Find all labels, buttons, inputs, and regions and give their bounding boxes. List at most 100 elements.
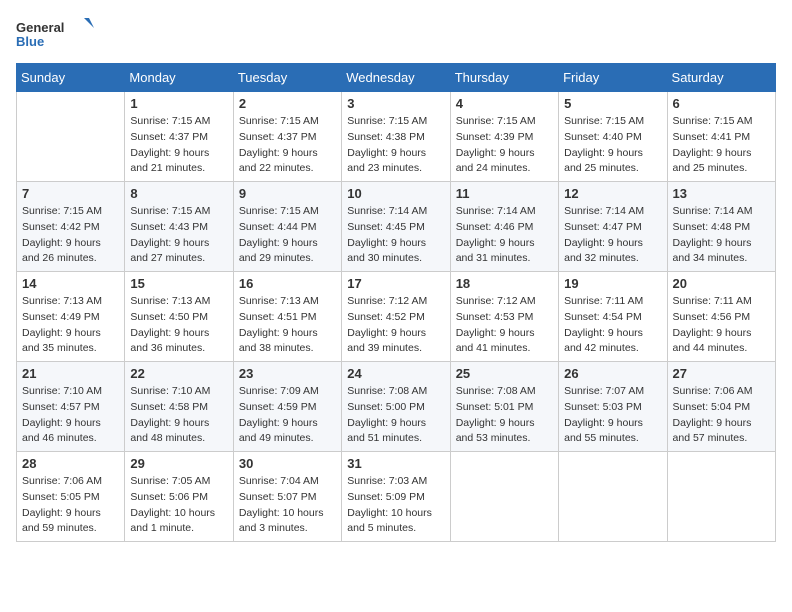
day-cell: 24 Sunrise: 7:08 AMSunset: 5:00 PMDayligh… xyxy=(342,362,450,452)
header-cell-sunday: Sunday xyxy=(17,64,125,92)
week-row-1: 1 Sunrise: 7:15 AMSunset: 4:37 PMDaylight… xyxy=(17,92,776,182)
day-cell: 30 Sunrise: 7:04 AMSunset: 5:07 PMDayligh… xyxy=(233,452,341,542)
day-detail: Sunrise: 7:09 AMSunset: 4:59 PMDaylight:… xyxy=(239,384,336,447)
day-detail: Sunrise: 7:15 AMSunset: 4:38 PMDaylight:… xyxy=(347,114,444,177)
day-number: 8 xyxy=(130,186,227,201)
day-cell: 27 Sunrise: 7:06 AMSunset: 5:04 PMDayligh… xyxy=(667,362,775,452)
day-number: 21 xyxy=(22,366,119,381)
day-cell: 29 Sunrise: 7:05 AMSunset: 5:06 PMDayligh… xyxy=(125,452,233,542)
day-cell xyxy=(450,452,558,542)
svg-text:General: General xyxy=(16,20,64,35)
day-cell: 22 Sunrise: 7:10 AMSunset: 4:58 PMDayligh… xyxy=(125,362,233,452)
day-detail: Sunrise: 7:15 AMSunset: 4:43 PMDaylight:… xyxy=(130,204,227,267)
day-cell: 15Sunrise: 7:13 AMSunset: 4:50 PMDayligh… xyxy=(125,272,233,362)
day-detail: Sunrise: 7:15 AMSunset: 4:41 PMDaylight:… xyxy=(673,114,770,177)
day-cell: 16 Sunrise: 7:13 AMSunset: 4:51 PMDayligh… xyxy=(233,272,341,362)
day-cell: 9 Sunrise: 7:15 AMSunset: 4:44 PMDaylight… xyxy=(233,182,341,272)
day-cell xyxy=(559,452,667,542)
day-number: 9 xyxy=(239,186,336,201)
day-detail: Sunrise: 7:12 AMSunset: 4:52 PMDaylight:… xyxy=(347,294,444,357)
header-cell-thursday: Thursday xyxy=(450,64,558,92)
day-number: 1 xyxy=(130,96,227,111)
day-cell: 19Sunrise: 7:11 AMSunset: 4:54 PMDayligh… xyxy=(559,272,667,362)
day-detail: Sunrise: 7:10 AMSunset: 4:58 PMDaylight:… xyxy=(130,384,227,447)
day-detail: Sunrise: 7:05 AMSunset: 5:06 PMDaylight:… xyxy=(130,474,227,537)
day-number: 12 xyxy=(564,186,661,201)
day-detail: Sunrise: 7:11 AMSunset: 4:54 PMDaylight:… xyxy=(564,294,661,357)
day-cell: 18Sunrise: 7:12 AMSunset: 4:53 PMDayligh… xyxy=(450,272,558,362)
day-number: 15 xyxy=(130,276,227,291)
day-detail: Sunrise: 7:13 AMSunset: 4:51 PMDaylight:… xyxy=(239,294,336,357)
week-row-4: 21 Sunrise: 7:10 AMSunset: 4:57 PMDayligh… xyxy=(17,362,776,452)
day-detail: Sunrise: 7:15 AMSunset: 4:37 PMDaylight:… xyxy=(130,114,227,177)
week-row-3: 14 Sunrise: 7:13 AMSunset: 4:49 PMDayligh… xyxy=(17,272,776,362)
day-number: 4 xyxy=(456,96,553,111)
day-cell xyxy=(17,92,125,182)
day-number: 23 xyxy=(239,366,336,381)
header-cell-tuesday: Tuesday xyxy=(233,64,341,92)
day-number: 28 xyxy=(22,456,119,471)
calendar-table: SundayMondayTuesdayWednesdayThursdayFrid… xyxy=(16,63,776,542)
header-row: SundayMondayTuesdayWednesdayThursdayFrid… xyxy=(17,64,776,92)
day-detail: Sunrise: 7:15 AMSunset: 4:37 PMDaylight:… xyxy=(239,114,336,177)
day-detail: Sunrise: 7:11 AMSunset: 4:56 PMDaylight:… xyxy=(673,294,770,357)
day-detail: Sunrise: 7:06 AMSunset: 5:04 PMDaylight:… xyxy=(673,384,770,447)
day-number: 22 xyxy=(130,366,227,381)
day-number: 3 xyxy=(347,96,444,111)
day-detail: Sunrise: 7:08 AMSunset: 5:00 PMDaylight:… xyxy=(347,384,444,447)
week-row-2: 7 Sunrise: 7:15 AMSunset: 4:42 PMDaylight… xyxy=(17,182,776,272)
day-detail: Sunrise: 7:14 AMSunset: 4:45 PMDaylight:… xyxy=(347,204,444,267)
svg-text:Blue: Blue xyxy=(16,34,44,49)
day-number: 7 xyxy=(22,186,119,201)
day-cell: 31Sunrise: 7:03 AMSunset: 5:09 PMDayligh… xyxy=(342,452,450,542)
day-detail: Sunrise: 7:15 AMSunset: 4:40 PMDaylight:… xyxy=(564,114,661,177)
day-number: 11 xyxy=(456,186,553,201)
day-detail: Sunrise: 7:13 AMSunset: 4:49 PMDaylight:… xyxy=(22,294,119,357)
day-number: 6 xyxy=(673,96,770,111)
day-number: 16 xyxy=(239,276,336,291)
day-cell: 20 Sunrise: 7:11 AMSunset: 4:56 PMDayligh… xyxy=(667,272,775,362)
logo-icon: General Blue xyxy=(16,16,96,51)
day-number: 30 xyxy=(239,456,336,471)
day-detail: Sunrise: 7:10 AMSunset: 4:57 PMDaylight:… xyxy=(22,384,119,447)
day-detail: Sunrise: 7:12 AMSunset: 4:53 PMDaylight:… xyxy=(456,294,553,357)
page-header: General Blue xyxy=(16,16,776,51)
day-cell: 11 Sunrise: 7:14 AMSunset: 4:46 PMDayligh… xyxy=(450,182,558,272)
day-detail: Sunrise: 7:04 AMSunset: 5:07 PMDaylight:… xyxy=(239,474,336,537)
day-detail: Sunrise: 7:08 AMSunset: 5:01 PMDaylight:… xyxy=(456,384,553,447)
day-number: 17 xyxy=(347,276,444,291)
day-detail: Sunrise: 7:07 AMSunset: 5:03 PMDaylight:… xyxy=(564,384,661,447)
day-cell: 3 Sunrise: 7:15 AMSunset: 4:38 PMDaylight… xyxy=(342,92,450,182)
header-cell-saturday: Saturday xyxy=(667,64,775,92)
day-cell: 5Sunrise: 7:15 AMSunset: 4:40 PMDaylight… xyxy=(559,92,667,182)
day-detail: Sunrise: 7:15 AMSunset: 4:42 PMDaylight:… xyxy=(22,204,119,267)
day-cell: 25 Sunrise: 7:08 AMSunset: 5:01 PMDayligh… xyxy=(450,362,558,452)
day-number: 20 xyxy=(673,276,770,291)
day-cell: 12 Sunrise: 7:14 AMSunset: 4:47 PMDayligh… xyxy=(559,182,667,272)
day-cell: 23 Sunrise: 7:09 AMSunset: 4:59 PMDayligh… xyxy=(233,362,341,452)
day-cell: 4 Sunrise: 7:15 AMSunset: 4:39 PMDaylight… xyxy=(450,92,558,182)
day-cell xyxy=(667,452,775,542)
day-number: 29 xyxy=(130,456,227,471)
day-cell: 14 Sunrise: 7:13 AMSunset: 4:49 PMDayligh… xyxy=(17,272,125,362)
day-detail: Sunrise: 7:15 AMSunset: 4:44 PMDaylight:… xyxy=(239,204,336,267)
day-number: 24 xyxy=(347,366,444,381)
day-number: 25 xyxy=(456,366,553,381)
day-number: 10 xyxy=(347,186,444,201)
logo: General Blue xyxy=(16,16,96,51)
header-cell-friday: Friday xyxy=(559,64,667,92)
header-cell-wednesday: Wednesday xyxy=(342,64,450,92)
day-detail: Sunrise: 7:14 AMSunset: 4:46 PMDaylight:… xyxy=(456,204,553,267)
day-detail: Sunrise: 7:15 AMSunset: 4:39 PMDaylight:… xyxy=(456,114,553,177)
day-number: 14 xyxy=(22,276,119,291)
day-detail: Sunrise: 7:14 AMSunset: 4:48 PMDaylight:… xyxy=(673,204,770,267)
day-cell: 2 Sunrise: 7:15 AMSunset: 4:37 PMDaylight… xyxy=(233,92,341,182)
day-number: 27 xyxy=(673,366,770,381)
day-number: 2 xyxy=(239,96,336,111)
day-cell: 1 Sunrise: 7:15 AMSunset: 4:37 PMDaylight… xyxy=(125,92,233,182)
day-detail: Sunrise: 7:14 AMSunset: 4:47 PMDaylight:… xyxy=(564,204,661,267)
day-cell: 28 Sunrise: 7:06 AMSunset: 5:05 PMDayligh… xyxy=(17,452,125,542)
day-detail: Sunrise: 7:03 AMSunset: 5:09 PMDaylight:… xyxy=(347,474,444,537)
day-cell: 26Sunrise: 7:07 AMSunset: 5:03 PMDayligh… xyxy=(559,362,667,452)
day-detail: Sunrise: 7:06 AMSunset: 5:05 PMDaylight:… xyxy=(22,474,119,537)
